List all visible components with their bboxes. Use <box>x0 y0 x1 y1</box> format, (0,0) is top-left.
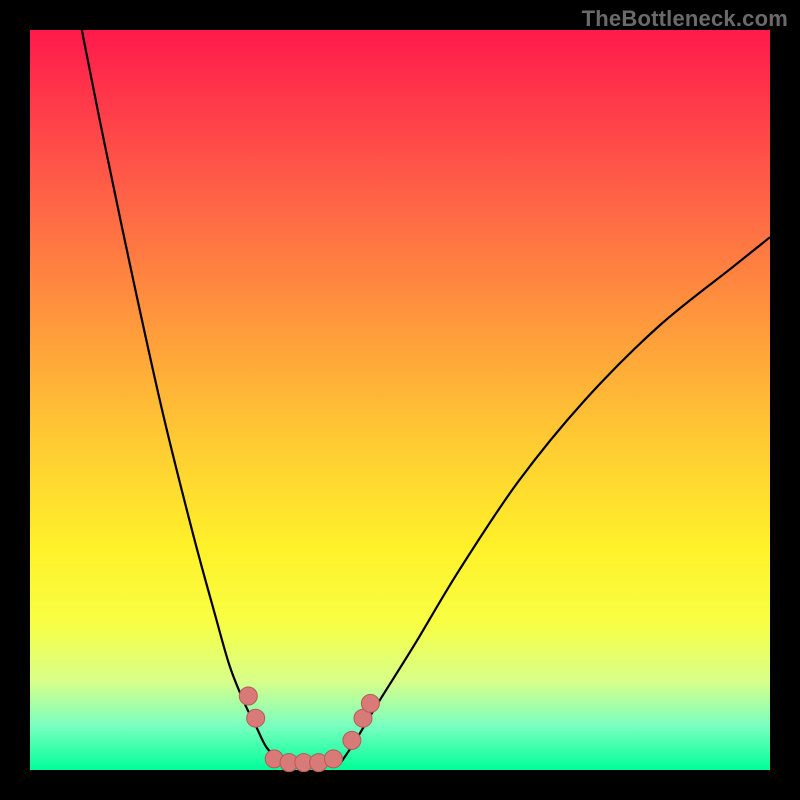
curve-markers <box>239 687 379 772</box>
chart-frame: TheBottleneck.com <box>0 0 800 800</box>
watermark-text: TheBottleneck.com <box>582 6 788 32</box>
marker-point <box>247 709 265 727</box>
left-curve <box>82 30 282 763</box>
curve-layer <box>30 30 770 770</box>
marker-point <box>324 750 342 768</box>
marker-point <box>361 694 379 712</box>
marker-point <box>239 687 257 705</box>
plot-area <box>30 30 770 770</box>
marker-point <box>343 731 361 749</box>
right-curve <box>341 237 770 762</box>
